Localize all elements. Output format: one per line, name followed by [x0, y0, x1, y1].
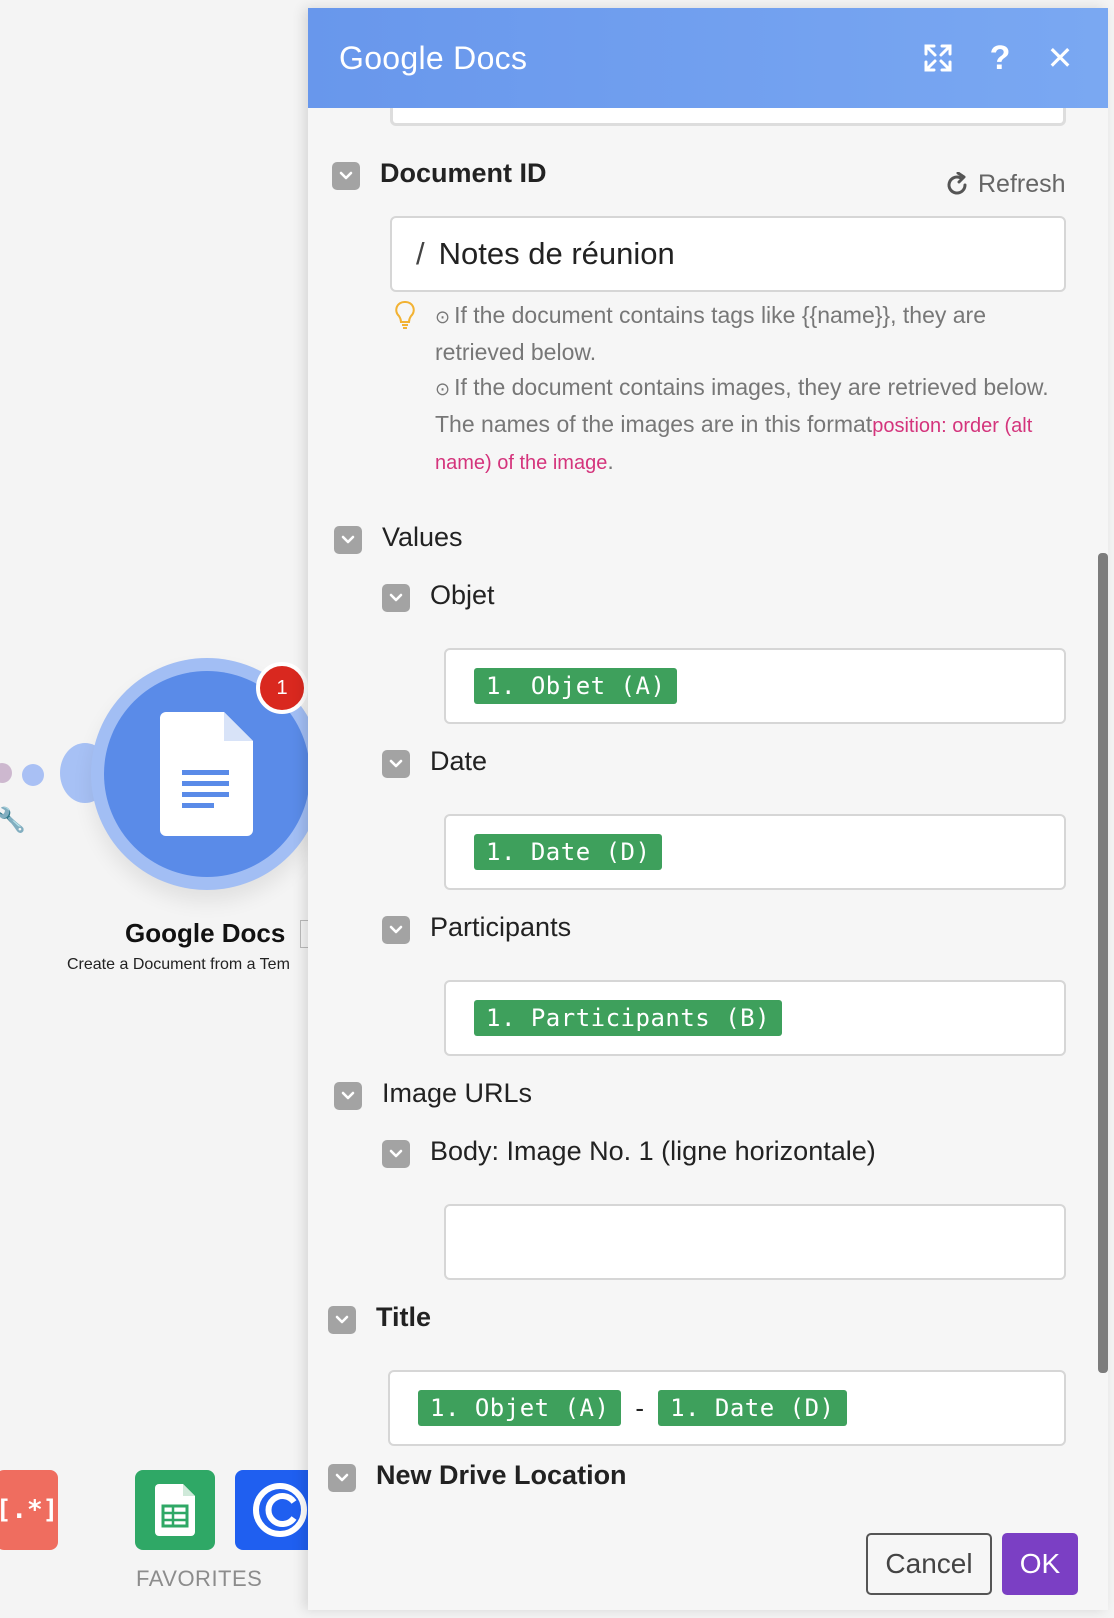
title-label: Title [376, 1302, 432, 1332]
title-toggle[interactable] [328, 1306, 356, 1334]
objet-label: Objet [430, 580, 495, 610]
chevron-down-icon [341, 1091, 355, 1100]
chevron-down-icon [341, 535, 355, 544]
new-drive-location-toggle[interactable] [328, 1464, 356, 1492]
ok-button[interactable]: OK [1002, 1533, 1078, 1595]
image-body-label: Body: Image No. 1 (ligne horizontale) [430, 1136, 876, 1166]
chevron-down-icon [339, 171, 353, 180]
panel-title: Google Docs [339, 39, 528, 76]
mapping-pill[interactable]: 1. Objet (A) [418, 1390, 622, 1426]
participants-label: Participants [430, 912, 572, 942]
path-separator: / [416, 236, 425, 271]
module-badge: 1 [256, 662, 308, 714]
refresh-button[interactable]: Refresh [944, 170, 1066, 199]
favorites-label: FAVORITES [136, 1566, 263, 1591]
google-sheets-icon [155, 1484, 195, 1536]
mapping-pill[interactable]: 1. Date (D) [474, 834, 663, 870]
help-button[interactable]: ? [978, 36, 1022, 80]
google-sheets-tile[interactable] [135, 1470, 215, 1550]
date-input[interactable]: 1. Date (D) [444, 814, 1066, 890]
panel-scrollbar[interactable] [1098, 553, 1108, 1373]
new-drive-location-label: New Drive Location [376, 1460, 627, 1490]
mapping-pill[interactable]: 1. Objet (A) [474, 668, 678, 704]
document-id-toggle[interactable] [332, 162, 360, 190]
mapping-pill[interactable]: 1. Participants (B) [474, 1000, 783, 1036]
participants-toggle[interactable] [382, 916, 410, 944]
chevron-down-icon [389, 593, 403, 602]
close-icon: ✕ [1046, 40, 1074, 76]
image-url-input[interactable] [444, 1204, 1066, 1280]
wrench-icon[interactable]: 🔧 [0, 806, 26, 835]
connector-dot [22, 764, 44, 786]
document-id-hint: ⊙ If the document contains tags like {{na… [435, 298, 1067, 481]
json-module-tile[interactable]: [.*] [0, 1470, 58, 1550]
image-urls-toggle[interactable] [334, 1082, 362, 1110]
chevron-down-icon [389, 759, 403, 768]
refresh-label: Refresh [978, 170, 1066, 198]
module-settings-panel: Google Docs ? ✕ Document ID Refresh / No… [308, 8, 1108, 1610]
participants-input[interactable]: 1. Participants (B) [444, 980, 1066, 1056]
objet-input[interactable]: 1. Objet (A) [444, 648, 1066, 724]
title-separator: - [635, 1392, 645, 1423]
image-urls-label: Image URLs [382, 1078, 533, 1108]
hint-line-1: If the document contains tags like {{nam… [435, 302, 986, 365]
module-subtitle: Create a Document from a Tem [67, 956, 290, 973]
chevron-down-icon [335, 1315, 349, 1324]
chevron-down-icon [389, 1149, 403, 1158]
hint-end: . [607, 448, 614, 474]
help-icon: ? [989, 38, 1011, 77]
refresh-icon [947, 171, 967, 194]
panel-footer: Cancel OK [308, 1513, 1108, 1610]
scenario-canvas[interactable]: 🔧 1 Google Docs Create a Document from a… [0, 0, 320, 1618]
document-id-value: Notes de réunion [438, 236, 675, 271]
objet-toggle[interactable] [382, 584, 410, 612]
image-body-toggle[interactable] [382, 1140, 410, 1168]
chevron-down-icon [335, 1473, 349, 1482]
module-title[interactable]: Google Docs [125, 918, 285, 949]
bullet-icon: ⊙ [435, 379, 451, 399]
cancel-button[interactable]: Cancel [866, 1533, 992, 1595]
document-id-input[interactable]: / Notes de réunion [390, 216, 1066, 292]
google-docs-icon [160, 712, 253, 836]
make-icon [253, 1483, 307, 1537]
lightbulb-icon [395, 300, 415, 329]
connector-dot [0, 763, 12, 783]
date-label: Date [430, 746, 488, 776]
date-toggle[interactable] [382, 750, 410, 778]
mapping-pill[interactable]: 1. Date (D) [658, 1390, 847, 1426]
values-toggle[interactable] [334, 526, 362, 554]
bullet-icon: ⊙ [435, 307, 451, 327]
previous-field-input[interactable] [390, 108, 1066, 126]
values-label: Values [382, 522, 463, 552]
panel-header: Google Docs ? ✕ [308, 8, 1108, 108]
title-input[interactable]: 1. Objet (A) - 1. Date (D) [388, 1370, 1066, 1446]
expand-button[interactable] [916, 36, 960, 80]
close-button[interactable]: ✕ [1038, 36, 1082, 80]
document-id-label: Document ID [380, 158, 547, 188]
panel-body[interactable]: Document ID Refresh / Notes de réunion ⊙… [308, 108, 1108, 1513]
expand-icon [924, 44, 952, 72]
chevron-down-icon [389, 925, 403, 934]
